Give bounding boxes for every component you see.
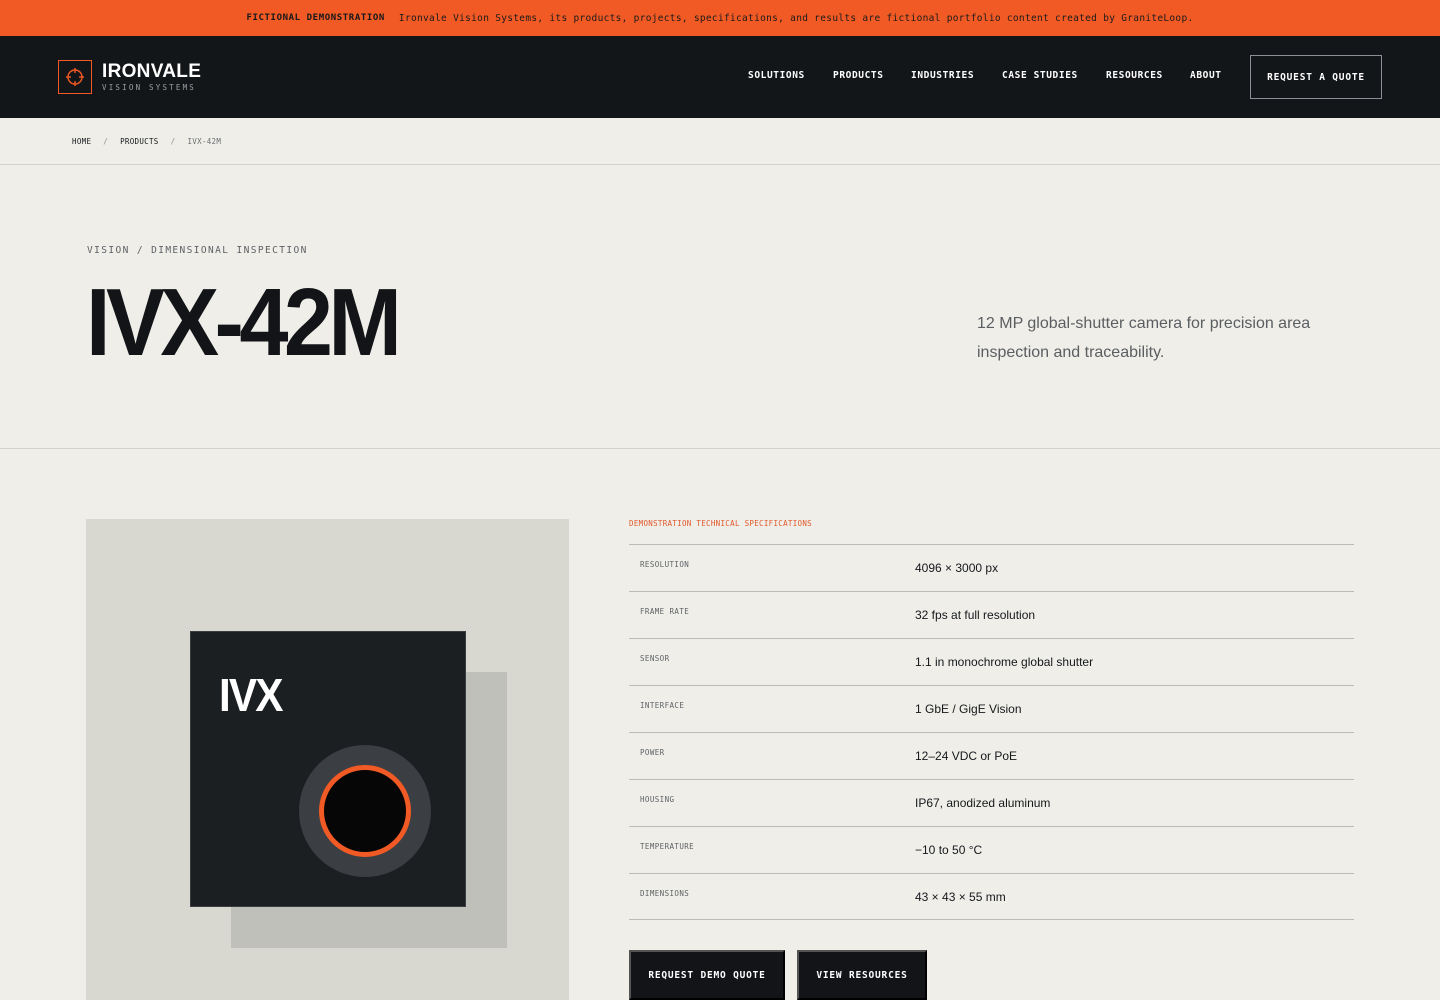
- specs-heading: DEMONSTRATION TECHNICAL SPECIFICATIONS: [629, 519, 812, 528]
- spec-key: FRAME RATE: [640, 607, 690, 616]
- brand-logo[interactable]: IRONVALE VISION SYSTEMS: [58, 60, 201, 94]
- product-actions: REQUEST DEMO QUOTE VIEW RESOURCES: [629, 950, 927, 1000]
- breadcrumb-home[interactable]: HOME: [72, 137, 91, 146]
- spec-value: −10 to 50 °C: [915, 843, 983, 857]
- spec-value: 12–24 VDC or PoE: [915, 749, 1018, 763]
- spec-value: 1.1 in monochrome global shutter: [915, 655, 1094, 669]
- breadcrumb-bar: HOME / PRODUCTS / IVX-42M: [0, 118, 1440, 165]
- breadcrumb: HOME / PRODUCTS / IVX-42M: [72, 137, 221, 146]
- product-category: VISION / DIMENSIONAL INSPECTION: [87, 245, 308, 256]
- breadcrumb-current: IVX-42M: [187, 137, 222, 146]
- spec-key: TEMPERATURE: [640, 842, 695, 851]
- spec-key: DIMENSIONS: [640, 889, 690, 898]
- spec-key: POWER: [640, 748, 665, 757]
- request-quote-button[interactable]: REQUEST A QUOTE: [1250, 55, 1382, 99]
- view-resources-button[interactable]: VIEW RESOURCES: [797, 950, 927, 1000]
- spec-row: INTERFACE 1 GbE / GigE Vision: [629, 685, 1354, 732]
- spec-row: SENSOR 1.1 in monochrome global shutter: [629, 638, 1354, 685]
- nav-item-products[interactable]: PRODUCTS: [833, 70, 911, 81]
- notice-tag: FICTIONAL DEMONSTRATION: [246, 13, 385, 23]
- breadcrumb-separator: /: [170, 137, 176, 146]
- page-title: IVX-42M: [86, 269, 402, 376]
- lens-housing: [299, 745, 431, 877]
- nav-item-industries[interactable]: INDUSTRIES: [911, 70, 1002, 81]
- spec-row: DIMENSIONS 43 × 43 × 55 mm: [629, 873, 1354, 920]
- lens-icon: [319, 765, 411, 857]
- nav-item-solutions[interactable]: SOLUTIONS: [748, 70, 833, 81]
- brand-tagline: VISION SYSTEMS: [102, 83, 197, 92]
- spec-key: SENSOR: [640, 654, 670, 663]
- site-header: IRONVALE VISION SYSTEMS SOLUTIONS PRODUC…: [0, 36, 1440, 118]
- spec-row: RESOLUTION 4096 × 3000 px: [629, 544, 1354, 591]
- product-lead: 12 MP global-shutter camera for precisio…: [977, 315, 1311, 361]
- spec-value: IP67, anodized aluminum: [915, 796, 1051, 810]
- nav-item-about[interactable]: ABOUT: [1190, 70, 1250, 81]
- spec-value: 4096 × 3000 px: [915, 561, 999, 575]
- nav-item-case-studies[interactable]: CASE STUDIES: [1002, 70, 1106, 81]
- spec-row: FRAME RATE 32 fps at full resolution: [629, 591, 1354, 638]
- spec-value: 43 × 43 × 55 mm: [915, 890, 1006, 904]
- notice-message: Ironvale Vision Systems, its products, p…: [398, 12, 1194, 24]
- brand-name: IRONVALE: [102, 61, 202, 82]
- spec-value: 1 GbE / GigE Vision: [915, 702, 1022, 716]
- fictional-notice-banner: FICTIONAL DEMONSTRATION Ironvale Vision …: [0, 0, 1440, 36]
- request-demo-quote-button[interactable]: REQUEST DEMO QUOTE: [629, 950, 785, 1000]
- brand-wordmark: IRONVALE VISION SYSTEMS: [102, 62, 201, 92]
- spec-row: TEMPERATURE −10 to 50 °C: [629, 826, 1354, 873]
- camera-label: IVX: [219, 669, 284, 721]
- spec-row: POWER 12–24 VDC or PoE: [629, 732, 1354, 779]
- breadcrumb-separator: /: [103, 137, 109, 146]
- product-image: IVX: [86, 519, 569, 1000]
- main-nav: SOLUTIONS PRODUCTS INDUSTRIES CASE STUDI…: [748, 70, 1250, 81]
- crosshair-icon: [58, 60, 92, 94]
- product-hero: VISION / DIMENSIONAL INSPECTION IVX-42M …: [0, 165, 1440, 449]
- spec-key: INTERFACE: [640, 701, 685, 710]
- spec-row: HOUSING IP67, anodized aluminum: [629, 779, 1354, 826]
- spec-key: RESOLUTION: [640, 560, 690, 569]
- nav-item-resources[interactable]: RESOURCES: [1106, 70, 1190, 81]
- spec-key: HOUSING: [640, 795, 675, 804]
- spec-value: 32 fps at full resolution: [915, 608, 1036, 622]
- camera-illustration: IVX: [190, 631, 466, 907]
- spec-table: DEMONSTRATION TECHNICAL SPECIFICATIONS R…: [629, 519, 1354, 920]
- breadcrumb-products[interactable]: PRODUCTS: [120, 137, 159, 146]
